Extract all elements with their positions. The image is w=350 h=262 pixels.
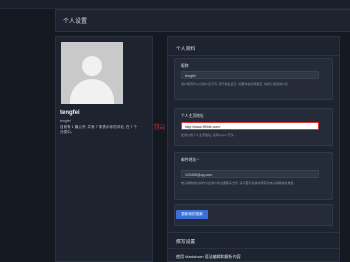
profile-card: tengfei tengfei 目前有 1 篇公开, 共有 7 条表示你的评论,…: [55, 36, 153, 262]
section-divider: [168, 232, 339, 233]
avatar-body-shape: [70, 79, 114, 104]
section-divider: [168, 55, 339, 56]
top-bar: [0, 0, 350, 9]
markdown-option-label: 使用 Markdown 语法编辑和解析内容: [176, 254, 241, 259]
settings-card: 个人资料 昵称 tengfei 用户昵称可以与用户名不同, 用于前台显示. 如果…: [167, 36, 340, 262]
page-title: 个人设置: [63, 19, 88, 25]
section-title-profile: 个人资料: [176, 47, 196, 52]
profile-bio: 目前有 1 篇公开, 共有 7 条表示你的评论, 在 7 个分类中。: [60, 125, 138, 134]
page-header: 个人设置: [55, 9, 350, 32]
homepage-input[interactable]: http://www.f90de.com/: [181, 122, 319, 130]
section-divider: [168, 248, 339, 249]
homepage-label: 个人主页地址: [181, 114, 204, 118]
annotation-note: 修改个人主页地址: [154, 123, 166, 131]
avatar[interactable]: [61, 42, 123, 104]
nickname-help: 用户昵称可以与用户名不同, 用于前台显示. 如果你将此项留空, 将默认使用用户名…: [181, 82, 289, 86]
profile-username: tengfei: [60, 119, 71, 123]
email-field-group: 邮件地址 * 123456@qq.com 电子邮箱地址将作为此用户的主要联系方式…: [174, 152, 333, 200]
email-input[interactable]: 123456@qq.com: [181, 170, 319, 178]
nickname-label: 昵称: [181, 64, 189, 68]
email-help: 电子邮箱地址将作为此用户的主要联系方式. 请不要与系统中现有的电子邮箱地址重复.: [181, 181, 295, 185]
update-profile-button[interactable]: 更新我的档案: [176, 210, 208, 219]
homepage-help: 此用户的个人主页地址, 请用 http:// 开头.: [181, 133, 235, 137]
nickname-field-group: 昵称 tengfei 用户昵称可以与用户名不同, 用于前台显示. 如果你将此项留…: [174, 58, 333, 100]
nickname-input[interactable]: tengfei: [181, 71, 319, 79]
profile-name: tengfei: [60, 110, 80, 116]
homepage-field-group: 个人主页地址 http://www.f90de.com/ 此用户的个人主页地址,…: [174, 108, 333, 146]
avatar-head-shape: [82, 56, 102, 76]
section-title-writing: 撰写设置: [176, 240, 196, 245]
email-label: 邮件地址 *: [181, 158, 199, 162]
